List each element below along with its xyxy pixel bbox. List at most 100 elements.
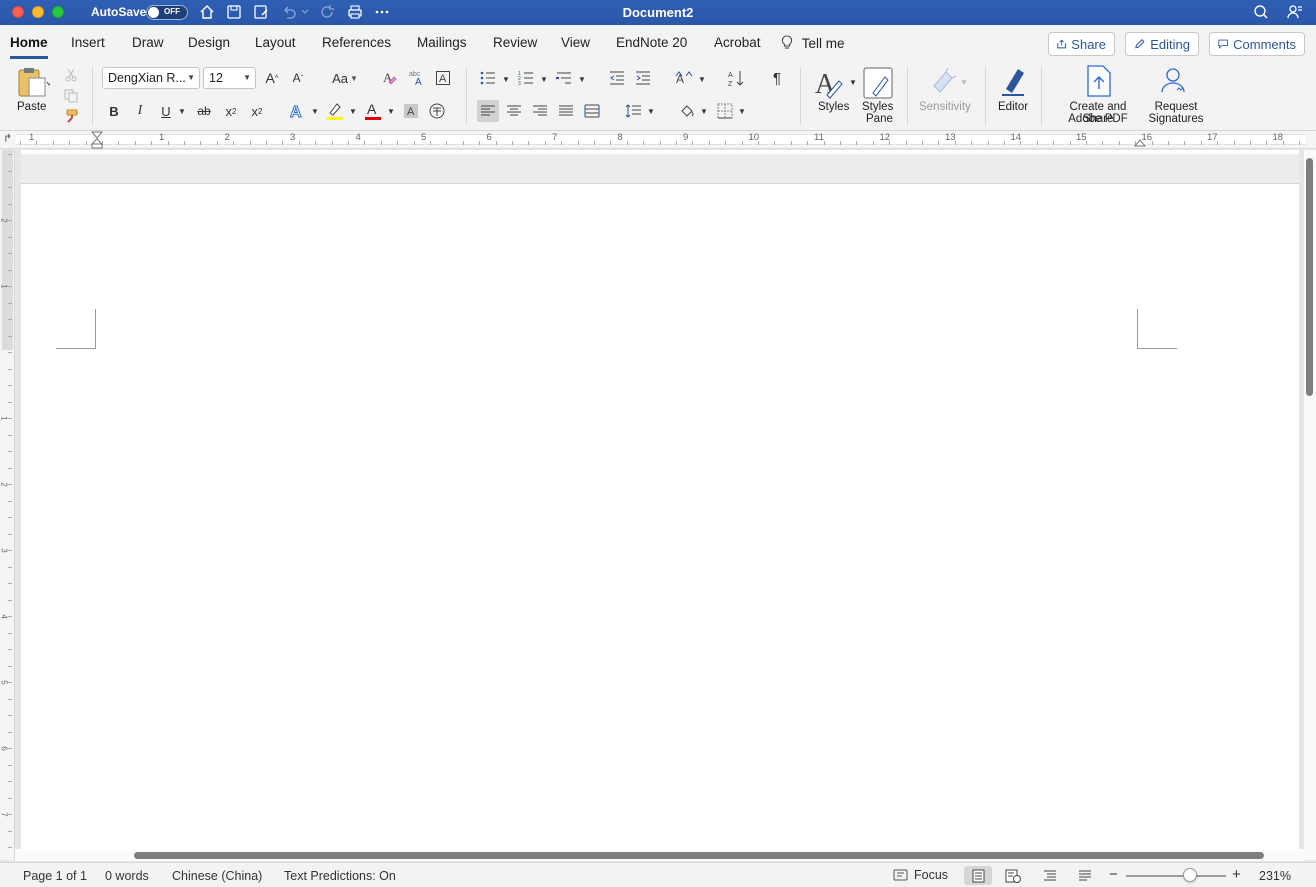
redo-icon[interactable]: [318, 3, 338, 21]
zoom-out-button[interactable]: −: [1109, 866, 1118, 883]
sort-icon[interactable]: AZ: [726, 68, 746, 88]
chinese-layout-icon[interactable]: A: [674, 68, 694, 88]
borders-icon[interactable]: [714, 100, 736, 122]
line-spacing-icon[interactable]: [622, 100, 644, 122]
tab-draw[interactable]: Draw: [132, 35, 164, 50]
undo-icon[interactable]: [279, 3, 299, 21]
language-indicator[interactable]: Chinese (China): [172, 869, 262, 883]
tab-acrobat[interactable]: Acrobat: [714, 35, 761, 50]
highlight-color-icon[interactable]: [325, 100, 345, 122]
minimize-window-button[interactable]: [32, 6, 44, 18]
phonetic-guide-icon[interactable]: abc A: [406, 68, 426, 88]
horizontal-scroll-thumb[interactable]: [134, 852, 1264, 859]
comments-button[interactable]: Comments: [1209, 32, 1305, 56]
share-button[interactable]: Share: [1048, 32, 1115, 56]
chevron-down-icon[interactable]: ▼: [645, 105, 657, 117]
tab-view[interactable]: View: [561, 35, 590, 50]
text-effects-icon[interactable]: A: [287, 100, 307, 122]
zoom-in-button[interactable]: +: [1232, 866, 1241, 883]
subscript-button[interactable]: x2: [221, 100, 241, 122]
italic-button[interactable]: I: [130, 100, 150, 122]
chevron-down-icon[interactable]: ▼: [500, 73, 512, 85]
tab-selector-icon[interactable]: ↱: [3, 132, 12, 145]
superscript-button[interactable]: x2: [247, 100, 267, 122]
clear-formatting-icon[interactable]: A: [380, 68, 400, 88]
cut-icon[interactable]: [62, 66, 80, 84]
zoom-slider[interactable]: [1126, 875, 1226, 877]
increase-indent-icon[interactable]: [633, 68, 653, 88]
zoom-slider-handle[interactable]: [1183, 868, 1197, 882]
sensitivity-icon[interactable]: [926, 64, 960, 98]
font-name-select[interactable]: DengXian R... ▼: [102, 67, 200, 89]
format-painter-icon[interactable]: [62, 107, 80, 125]
home-icon[interactable]: [197, 3, 217, 21]
tab-design[interactable]: Design: [188, 35, 230, 50]
chevron-down-icon[interactable]: ▼: [176, 105, 188, 117]
print-layout-view-button[interactable]: [964, 866, 992, 885]
vertical-scrollbar[interactable]: [1304, 150, 1316, 860]
vertical-scroll-thumb[interactable]: [1306, 158, 1313, 396]
indent-marker-icon[interactable]: [90, 131, 104, 149]
character-shading-icon[interactable]: A: [401, 100, 421, 122]
editor-icon[interactable]: [996, 64, 1030, 98]
chevron-down-icon[interactable]: ▼: [698, 105, 710, 117]
font-color-icon[interactable]: A: [363, 100, 383, 122]
align-center-icon[interactable]: [503, 100, 525, 122]
align-left-icon[interactable]: [477, 100, 499, 122]
decrease-indent-icon[interactable]: [607, 68, 627, 88]
tab-mailings[interactable]: Mailings: [417, 35, 467, 50]
shrink-font-button[interactable]: Aˇ: [288, 68, 308, 88]
save-as-icon[interactable]: [251, 3, 271, 21]
chevron-down-icon[interactable]: ▼: [847, 76, 859, 88]
more-options-icon[interactable]: [372, 3, 392, 21]
copy-icon[interactable]: [62, 87, 80, 105]
tab-endnote[interactable]: EndNote 20: [616, 35, 687, 50]
document-page[interactable]: [21, 150, 1299, 850]
search-icon[interactable]: [1251, 3, 1271, 21]
chevron-down-icon[interactable]: ▼: [576, 73, 588, 85]
chevron-down-icon[interactable]: ▼: [538, 73, 550, 85]
tab-home[interactable]: Home: [10, 35, 48, 50]
create-pdf-icon[interactable]: [1082, 64, 1116, 98]
page-count[interactable]: Page 1 of 1: [23, 869, 87, 883]
close-window-button[interactable]: [12, 6, 24, 18]
right-indent-marker-icon[interactable]: [1133, 137, 1147, 147]
vertical-ruler[interactable]: 211234567: [0, 150, 15, 860]
show-formatting-marks-button[interactable]: ¶: [767, 68, 787, 88]
print-icon[interactable]: [345, 3, 365, 21]
save-icon[interactable]: [224, 3, 244, 21]
tab-layout[interactable]: Layout: [255, 35, 296, 50]
outline-view-button[interactable]: [1036, 866, 1064, 885]
undo-dropdown-icon[interactable]: [298, 3, 312, 21]
horizontal-scrollbar[interactable]: [15, 849, 1304, 861]
autosave-toggle[interactable]: OFF: [146, 5, 188, 20]
font-size-select[interactable]: 12 ▼: [203, 67, 256, 89]
styles-gallery-icon[interactable]: A: [812, 66, 848, 102]
tab-references[interactable]: References: [322, 35, 391, 50]
zoom-level[interactable]: 231%: [1259, 869, 1291, 883]
focus-button[interactable]: Focus: [893, 868, 948, 882]
enclose-characters-icon[interactable]: [427, 100, 447, 122]
chevron-down-icon[interactable]: ▼: [347, 105, 359, 117]
text-predictions-status[interactable]: Text Predictions: On: [284, 869, 396, 883]
bold-button[interactable]: B: [104, 100, 124, 122]
align-right-icon[interactable]: [529, 100, 551, 122]
document-canvas[interactable]: [15, 150, 1304, 860]
tab-insert[interactable]: Insert: [71, 35, 105, 50]
shading-icon[interactable]: [676, 100, 698, 122]
multilevel-list-icon[interactable]: [554, 68, 574, 88]
header-area[interactable]: [21, 154, 1299, 184]
paste-button[interactable]: [12, 65, 54, 99]
justify-icon[interactable]: [555, 100, 577, 122]
chevron-down-icon[interactable]: ▼: [309, 105, 321, 117]
character-border-icon[interactable]: A: [433, 68, 453, 88]
request-signatures-icon[interactable]: [1158, 64, 1192, 98]
distributed-icon[interactable]: [581, 100, 603, 122]
web-layout-view-button[interactable]: [999, 866, 1027, 885]
zoom-window-button[interactable]: [52, 6, 64, 18]
chevron-down-icon[interactable]: ▼: [736, 105, 748, 117]
grow-font-button[interactable]: A ^: [262, 68, 282, 88]
tab-review[interactable]: Review: [493, 35, 537, 50]
draft-view-button[interactable]: [1071, 866, 1099, 885]
change-case-button[interactable]: Aa ▼: [328, 68, 362, 88]
